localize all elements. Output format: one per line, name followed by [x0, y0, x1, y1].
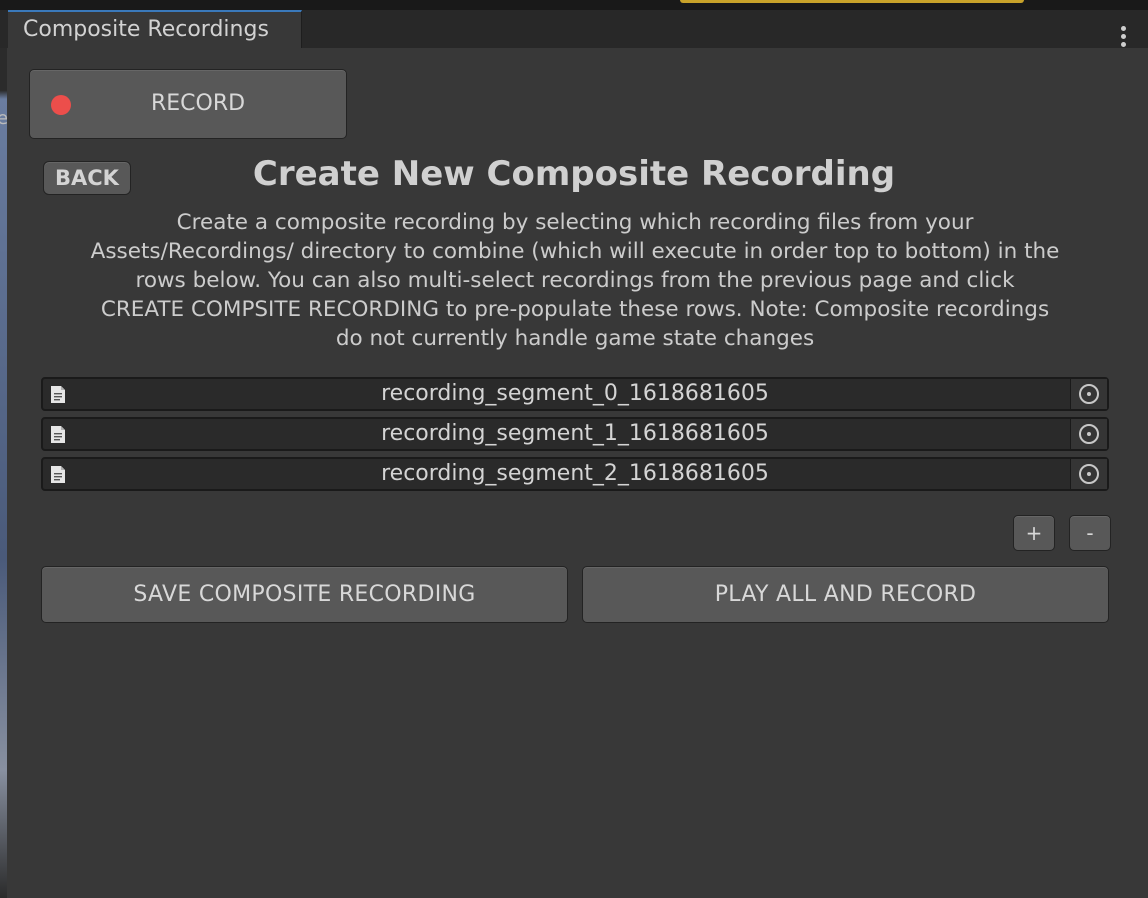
play-all-and-record-button[interactable]: PLAY ALL AND RECORD: [582, 566, 1109, 623]
description-line: Assets/Recordings/ directory to combine …: [90, 239, 1060, 264]
left-panel-edge: e: [0, 48, 8, 898]
description-text: Create a composite recording by selectin…: [55, 208, 1095, 353]
description-line: do not currently handle game state chang…: [335, 326, 815, 351]
description-line: Create a composite recording by selectin…: [176, 210, 974, 235]
recording-field-0[interactable]: recording_segment_0_1618681605: [41, 377, 1109, 411]
editor-window: Composite Recordings e RECORD BACK Creat…: [0, 0, 1148, 898]
tab-label: Composite Recordings: [23, 17, 269, 42]
recording-field-2[interactable]: recording_segment_2_1618681605: [41, 457, 1109, 491]
top-strip: [0, 0, 1148, 10]
object-picker-button[interactable]: [1070, 459, 1107, 489]
text-asset-icon: [51, 386, 65, 403]
page-title: Create New Composite Recording: [252, 154, 896, 194]
remove-row-button[interactable]: -: [1069, 515, 1111, 551]
add-row-button[interactable]: +: [1013, 515, 1055, 551]
tab-composite-recordings[interactable]: Composite Recordings: [8, 10, 302, 48]
recording-name: recording_segment_2_1618681605: [381, 461, 769, 486]
object-picker-icon: [1079, 464, 1099, 484]
recording-field-1[interactable]: recording_segment_1_1618681605: [41, 417, 1109, 451]
record-button[interactable]: RECORD: [29, 69, 347, 139]
object-picker-button[interactable]: [1070, 379, 1107, 409]
object-picker-icon: [1079, 384, 1099, 404]
object-picker-icon: [1079, 424, 1099, 444]
description-line: CREATE COMPSITE RECORDING to pre-populat…: [100, 297, 1050, 322]
content-area: RECORD BACK Create New Composite Recordi…: [7, 48, 1148, 898]
toolbar-accent-bar: [680, 0, 1024, 3]
record-button-label: RECORD: [150, 91, 246, 116]
vertical-ellipsis-icon[interactable]: [1120, 26, 1126, 50]
description-line: rows below. You can also multi-select re…: [135, 268, 1015, 293]
text-asset-icon: [51, 466, 65, 483]
object-picker-button[interactable]: [1070, 419, 1107, 449]
tab-bar: Composite Recordings: [0, 10, 1148, 48]
recording-name: recording_segment_0_1618681605: [381, 381, 769, 406]
recording-name: recording_segment_1_1618681605: [381, 421, 769, 446]
save-composite-recording-button[interactable]: SAVE COMPOSITE RECORDING: [41, 566, 568, 623]
text-asset-icon: [51, 426, 65, 443]
